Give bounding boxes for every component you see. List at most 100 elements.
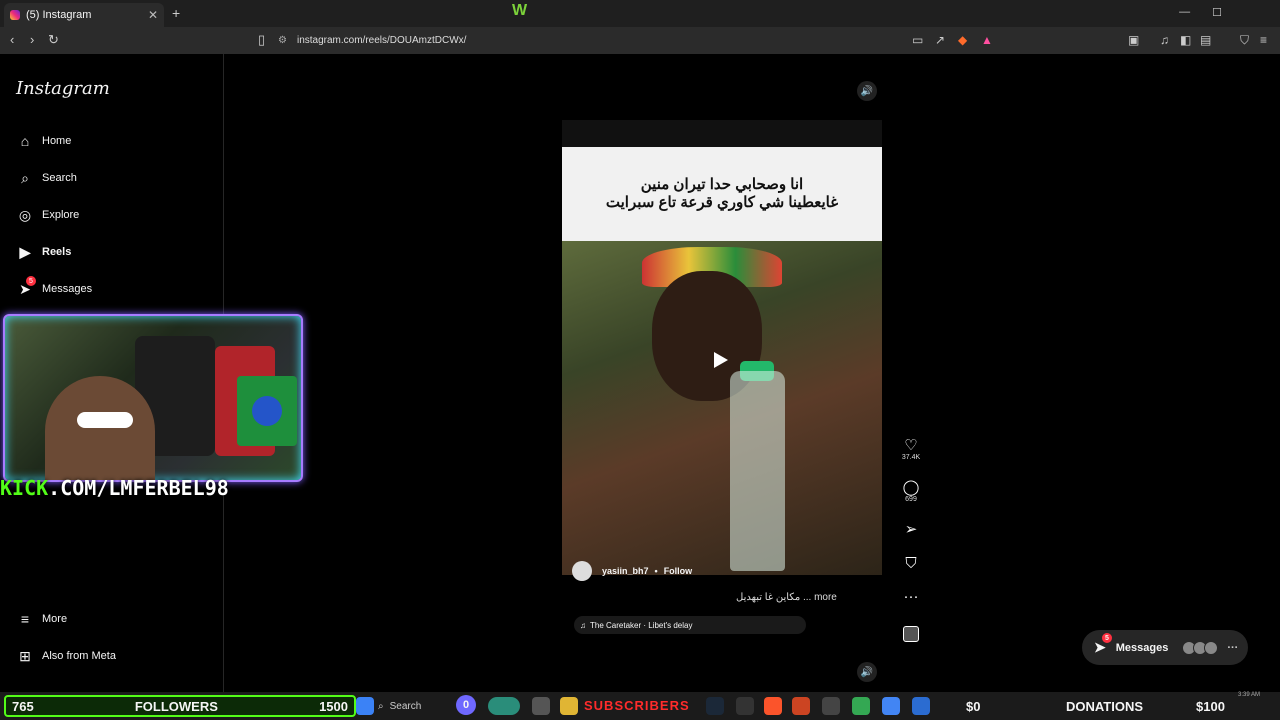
caption-line: غايعطينا شي كاوري قرعة تاع سبرايت	[605, 194, 839, 211]
maximize-icon[interactable]: ☐	[1212, 6, 1222, 19]
brave-shield-icon[interactable]: ◆	[958, 33, 967, 47]
home-icon: ⌂	[20, 133, 30, 149]
music-icon: ♫	[580, 620, 586, 630]
comment-count: 699	[905, 496, 917, 503]
messages-more[interactable]: ···	[1227, 642, 1238, 654]
donation-label: DONATIONS	[1066, 698, 1144, 714]
comment-icon: ◯	[902, 479, 920, 496]
site-info-icon[interactable]: ⚙	[278, 35, 287, 46]
media-icon[interactable]: ♫	[1160, 33, 1169, 47]
volume-icon[interactable]: 🔊	[857, 662, 877, 682]
donations-goal-bar: $0 DONATIONS $100	[942, 695, 1272, 717]
like-count: 37.4K	[901, 454, 921, 461]
address-bar-row: ‹ › ↻ ▯ ⚙ instagram.com/reels/DOUAmztDCW…	[0, 27, 1280, 54]
car-app-icon[interactable]	[488, 697, 520, 715]
share-icon[interactable]: ↗	[935, 33, 945, 47]
audio-track[interactable]: ♫ The Caretaker · Libet's delay	[574, 616, 806, 634]
reader-icon[interactable]: ◧	[1180, 33, 1191, 47]
donation-goal: $100	[1196, 698, 1225, 714]
sidebar-item-meta[interactable]: ⊞ Also from Meta	[16, 647, 116, 665]
messages-badge: 5	[26, 276, 36, 286]
donation-amount: $0	[966, 698, 981, 714]
reel-caption: انا وصحابي حدا تيران منين غايعطينا شي كا…	[562, 147, 882, 241]
steam-icon[interactable]	[706, 697, 724, 715]
app-icon[interactable]	[822, 697, 840, 715]
comment-button[interactable]: ◯ 699	[900, 478, 922, 503]
followers-goal-bar: 765 FOLLOWERS 1500	[4, 695, 356, 717]
separator: •	[654, 566, 658, 576]
reel-video[interactable]	[562, 241, 882, 575]
sidebar-item-label: Messages	[42, 283, 93, 295]
instagram-favicon-icon	[10, 10, 20, 20]
menu-icon[interactable]: ≡	[1260, 33, 1267, 47]
minimize-icon[interactable]: —	[1179, 6, 1190, 19]
more-options-button[interactable]: ···	[900, 588, 922, 605]
app-icon[interactable]	[912, 697, 930, 715]
new-tab-button[interactable]: +	[172, 5, 180, 21]
sidebar-item-explore[interactable]: ◎ Explore	[16, 206, 79, 224]
volume-icon[interactable]: 🔊	[857, 81, 877, 101]
back-icon[interactable]: ‹	[10, 32, 14, 47]
follow-button[interactable]: Follow	[664, 566, 693, 576]
messages-label: Messages	[1115, 641, 1169, 654]
sidebar-item-more[interactable]: ≡ More	[16, 610, 67, 628]
rewards-icon[interactable]: ▲	[981, 33, 993, 47]
play-icon[interactable]	[714, 352, 728, 368]
reload-icon[interactable]: ↻	[48, 32, 59, 48]
save-button[interactable]: ⛉	[900, 555, 922, 572]
sunglasses-image	[77, 412, 133, 428]
wallet-icon[interactable]: ▤	[1200, 33, 1211, 47]
followers-goal: 1500	[319, 698, 348, 714]
app-icon[interactable]	[792, 697, 810, 715]
followers-label: FOLLOWERS	[134, 698, 218, 714]
avatar	[1204, 640, 1219, 655]
followers-count: 765	[12, 698, 34, 714]
tab-instagram[interactable]: (5) Instagram ✕	[4, 3, 164, 27]
bookmark-icon: ⛉	[905, 555, 917, 572]
subscribers-label: SUBSCRIBERS	[584, 698, 690, 713]
messages-pill[interactable]: ➤ 5 Messages ···	[1082, 630, 1248, 665]
vpn-icon[interactable]: ⛉	[1240, 33, 1249, 48]
instagram-logo[interactable]: Instagram	[16, 78, 110, 99]
sidebar-item-search[interactable]: ⌕ Search	[16, 169, 77, 187]
avatar[interactable]	[572, 561, 592, 581]
owner-username[interactable]: yasiin_bh7	[602, 566, 649, 576]
folder-icon[interactable]	[560, 697, 578, 715]
audio-thumbnail[interactable]	[903, 626, 919, 642]
w-logo-icon: W	[512, 2, 528, 19]
forward-icon[interactable]: ›	[30, 32, 34, 47]
audio-label: The Caretaker · Libet's delay	[590, 620, 693, 630]
taskbar: 765 FOLLOWERS 1500 ⌕ Search 0 SUBSCRIBER…	[0, 692, 1280, 720]
tab-title: (5) Instagram	[26, 9, 92, 21]
sidebar-item-label: Search	[42, 172, 77, 184]
taskbar-search[interactable]: ⌕ Search	[378, 696, 452, 716]
sidebar-item-reels[interactable]: ▶ Reels	[16, 243, 72, 261]
bookmark-icon[interactable]: ▯	[258, 32, 265, 48]
epic-games-icon[interactable]	[736, 697, 754, 715]
windows-start-icon[interactable]	[356, 697, 374, 715]
chrome-icon[interactable]	[882, 697, 900, 715]
app-icon[interactable]	[532, 697, 550, 715]
avatar-stack	[1182, 640, 1219, 655]
close-tab-icon[interactable]: ✕	[148, 8, 158, 22]
browser-tab-bar: (5) Instagram ✕ + W — ☐	[0, 0, 1280, 27]
search-icon: ⌕	[378, 700, 384, 712]
search-icon: ⌕	[21, 169, 29, 186]
sidebar-item-label: Explore	[42, 209, 80, 221]
sidebar-toggle-icon[interactable]: ▣	[1128, 33, 1139, 47]
flag-image	[237, 376, 297, 446]
hamburger-icon: ≡	[20, 611, 30, 627]
kick-channel-banner: KICK.COM/LMFERBEL98	[0, 476, 229, 500]
cast-icon[interactable]: ▭	[912, 33, 923, 47]
system-clock[interactable]: 3:39 AM	[1238, 692, 1260, 698]
brave-icon[interactable]	[764, 697, 782, 715]
like-button[interactable]: ♡ 37.4K	[900, 436, 922, 461]
url-field[interactable]: ⚙ instagram.com/reels/DOUAmztDCWx/	[278, 31, 998, 50]
chrome-icon[interactable]	[852, 697, 870, 715]
streamer-image	[45, 376, 155, 480]
reel-description[interactable]: مكاين غا تبهديل ... more	[736, 592, 837, 603]
reel-player[interactable]: انا وصحابي حدا تيران منين غايعطينا شي كا…	[562, 120, 882, 581]
sidebar-item-messages[interactable]: ➤ 5 Messages	[16, 276, 93, 298]
sidebar-item-home[interactable]: ⌂ Home	[16, 132, 72, 150]
share-button[interactable]: ➢	[900, 520, 922, 538]
